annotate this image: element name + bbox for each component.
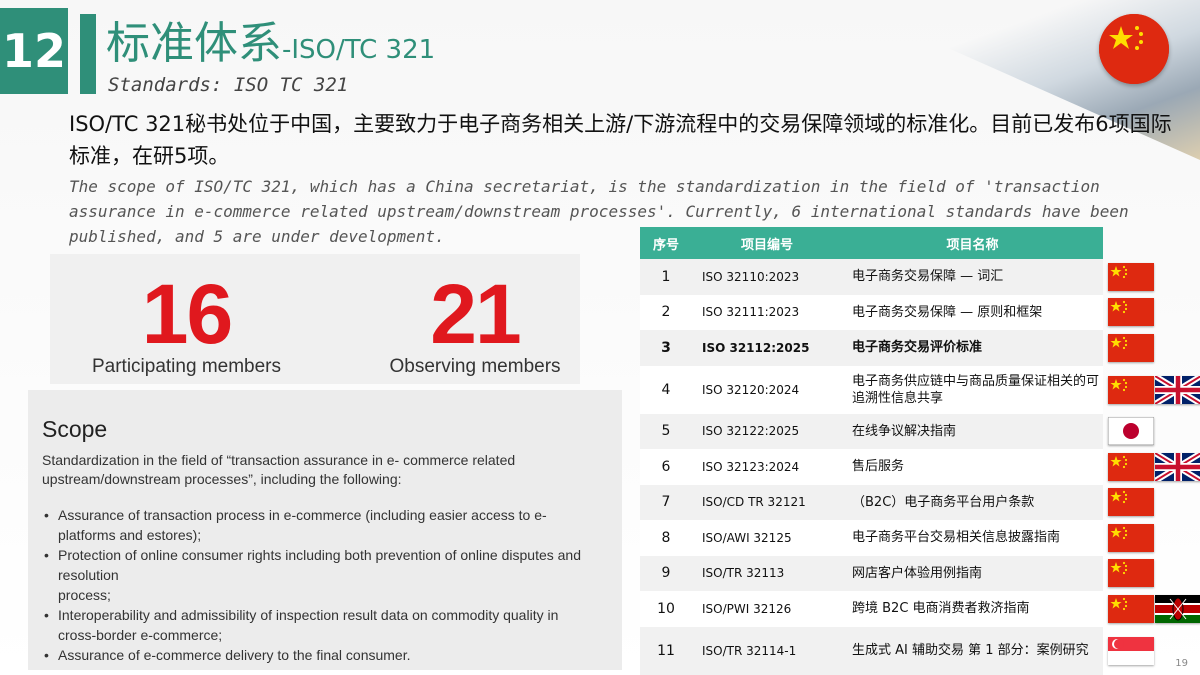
cell-name: 电子商务交易保障 — 原则和框架 bbox=[842, 294, 1103, 330]
header-seq: 序号 bbox=[640, 227, 692, 259]
cell-code: ISO 32123:2024 bbox=[692, 449, 842, 485]
scope-item: Protection of online consumer rights inc… bbox=[42, 545, 622, 605]
cell-seq: 3 bbox=[640, 330, 692, 366]
table-row: 3 ISO 32112:2025 电子商务交易评价标准 bbox=[640, 330, 1103, 366]
scope-item: Interoperability and admissibility of in… bbox=[42, 605, 622, 645]
uk-flag-icon bbox=[1155, 452, 1200, 481]
cell-seq: 7 bbox=[640, 484, 692, 520]
scope-line: Interoperability and admissibility of in… bbox=[58, 607, 559, 623]
intro-text-cn: ISO/TC 321秘书处位于中国，主要致力于电子商务相关上游/下游流程中的交易… bbox=[69, 112, 1172, 168]
kenya-flag-icon bbox=[1155, 594, 1200, 623]
standards-table: 序号 项目编号 项目名称 1 ISO 32110:2023 电子商务交易保障 — 词… bbox=[640, 227, 1103, 675]
country-flags bbox=[1106, 260, 1200, 675]
scope-line: Protection of online consumer rights inc… bbox=[58, 547, 581, 563]
cell-seq: 4 bbox=[640, 365, 692, 414]
scope-intro: Standardization in the field of “transac… bbox=[42, 452, 516, 487]
table-row: 10 ISO/PWI 32126 跨境 B2C 电商消费者救济指南 bbox=[640, 591, 1103, 627]
japan-flag-icon bbox=[1108, 417, 1154, 446]
scope-line: platforms and estores); bbox=[58, 527, 202, 543]
china-flag-icon bbox=[1108, 298, 1154, 327]
scope-line: Assurance of transaction process in e-co… bbox=[58, 507, 547, 523]
china-flag-icon bbox=[1108, 375, 1154, 404]
table-row: 8 ISO/AWI 32125 电子商务平台交易相关信息披露指南 bbox=[640, 520, 1103, 556]
cell-code: ISO 32110:2023 bbox=[692, 259, 842, 295]
accent-bar bbox=[80, 14, 96, 94]
cell-name: 生成式 AI 辅助交易 第 1 部分：案例研究 bbox=[842, 626, 1103, 675]
header-code: 项目编号 bbox=[692, 227, 842, 259]
singapore-flag-icon bbox=[1108, 636, 1154, 665]
cell-code: ISO 32111:2023 bbox=[692, 294, 842, 330]
title-suffix: -ISO/TC 321 bbox=[282, 35, 436, 65]
section-number: 12 bbox=[0, 8, 68, 94]
cell-name: 在线争议解决指南 bbox=[842, 413, 1103, 449]
header-name: 项目名称 bbox=[842, 227, 1103, 259]
cell-code: ISO/PWI 32126 bbox=[692, 591, 842, 627]
member-stats: 16 Participating members 21 Observing me… bbox=[50, 254, 580, 384]
stat-label: Observing members bbox=[389, 356, 561, 377]
page-title: 标准体系-ISO/TC 321 bbox=[106, 18, 435, 76]
cell-seq: 1 bbox=[640, 259, 692, 295]
china-flag-icon bbox=[1108, 262, 1154, 291]
uk-flag-icon bbox=[1155, 375, 1200, 404]
scope-line: resolution bbox=[58, 567, 119, 583]
cell-code: ISO/AWI 32125 bbox=[692, 520, 842, 556]
china-flag-icon bbox=[1108, 594, 1154, 623]
cell-name: 跨境 B2C 电商消费者救济指南 bbox=[842, 591, 1103, 627]
table-header-row: 序号 项目编号 项目名称 bbox=[640, 227, 1103, 259]
stat-label: Participating members bbox=[91, 356, 282, 377]
scope-line: Assurance of e-commerce delivery to the … bbox=[58, 647, 411, 663]
cell-seq: 9 bbox=[640, 555, 692, 591]
cell-name: 电子商务交易保障 — 词汇 bbox=[842, 259, 1103, 295]
cell-seq: 5 bbox=[640, 413, 692, 449]
cell-seq: 8 bbox=[640, 520, 692, 556]
table-row: 4 ISO 32120:2024 电子商务供应链中与商品质量保证相关的可追溯性信息共… bbox=[640, 365, 1103, 414]
cell-code: ISO/CD TR 32121 bbox=[692, 484, 842, 520]
cell-code: ISO 32120:2024 bbox=[692, 365, 842, 414]
title-cn: 标准体系 bbox=[106, 18, 282, 69]
cell-name: 售后服务 bbox=[842, 449, 1103, 485]
scope-line: process; bbox=[58, 587, 111, 603]
cell-name: 电子商务平台交易相关信息披露指南 bbox=[842, 520, 1103, 556]
cell-name: 电子商务供应链中与商品质量保证相关的可追溯性信息共享 bbox=[842, 365, 1103, 414]
china-flag-icon bbox=[1108, 523, 1154, 552]
cell-code: ISO/TR 32113 bbox=[692, 555, 842, 591]
page-number: 19 bbox=[1175, 658, 1188, 669]
china-flag-icon bbox=[1108, 452, 1154, 481]
table-row: 11 ISO/TR 32114-1 生成式 AI 辅助交易 第 1 部分：案例研究 bbox=[640, 626, 1103, 675]
cell-seq: 11 bbox=[640, 626, 692, 675]
table-row: 6 ISO 32123:2024 售后服务 bbox=[640, 449, 1103, 485]
cell-code: ISO 32122:2025 bbox=[692, 413, 842, 449]
page-subtitle: Standards: ISO TC 321 bbox=[108, 74, 349, 96]
scope-item: Assurance of transaction process in e-co… bbox=[42, 505, 622, 545]
observing-stat: 21 Observing members bbox=[380, 266, 570, 378]
scope-list: Assurance of transaction process in e-co… bbox=[42, 505, 622, 665]
table-row: 2 ISO 32111:2023 电子商务交易保障 — 原则和框架 bbox=[640, 294, 1103, 330]
scope-panel: Scope Standardization in the field of “t… bbox=[28, 390, 622, 670]
stat-value: 16 bbox=[141, 267, 233, 361]
cell-code: ISO 32112:2025 bbox=[692, 330, 842, 366]
scope-line: cross-border e-commerce; bbox=[58, 627, 223, 643]
table-row: 7 ISO/CD TR 32121 （B2C）电子商务平台用户条款 bbox=[640, 484, 1103, 520]
cell-seq: 2 bbox=[640, 294, 692, 330]
cell-seq: 10 bbox=[640, 591, 692, 627]
participating-stat: 16 Participating members bbox=[84, 266, 289, 378]
scope-item: Assurance of e-commerce delivery to the … bbox=[42, 645, 622, 665]
cell-code: ISO/TR 32114-1 bbox=[692, 626, 842, 675]
table-row: 1 ISO 32110:2023 电子商务交易保障 — 词汇 bbox=[640, 259, 1103, 295]
table-row: 9 ISO/TR 32113 网店客户体验用例指南 bbox=[640, 555, 1103, 591]
china-flag-icon bbox=[1108, 488, 1154, 517]
cell-seq: 6 bbox=[640, 449, 692, 485]
cell-name: （B2C）电子商务平台用户条款 bbox=[842, 484, 1103, 520]
china-flag-icon bbox=[1108, 559, 1154, 588]
table-row: 5 ISO 32122:2025 在线争议解决指南 bbox=[640, 413, 1103, 449]
china-flag-icon bbox=[1099, 14, 1169, 84]
scope-heading: Scope bbox=[42, 416, 108, 442]
china-flag-icon bbox=[1108, 333, 1154, 362]
stat-value: 21 bbox=[430, 267, 521, 361]
cell-name: 网店客户体验用例指南 bbox=[842, 555, 1103, 591]
cell-name: 电子商务交易评价标准 bbox=[842, 330, 1103, 366]
